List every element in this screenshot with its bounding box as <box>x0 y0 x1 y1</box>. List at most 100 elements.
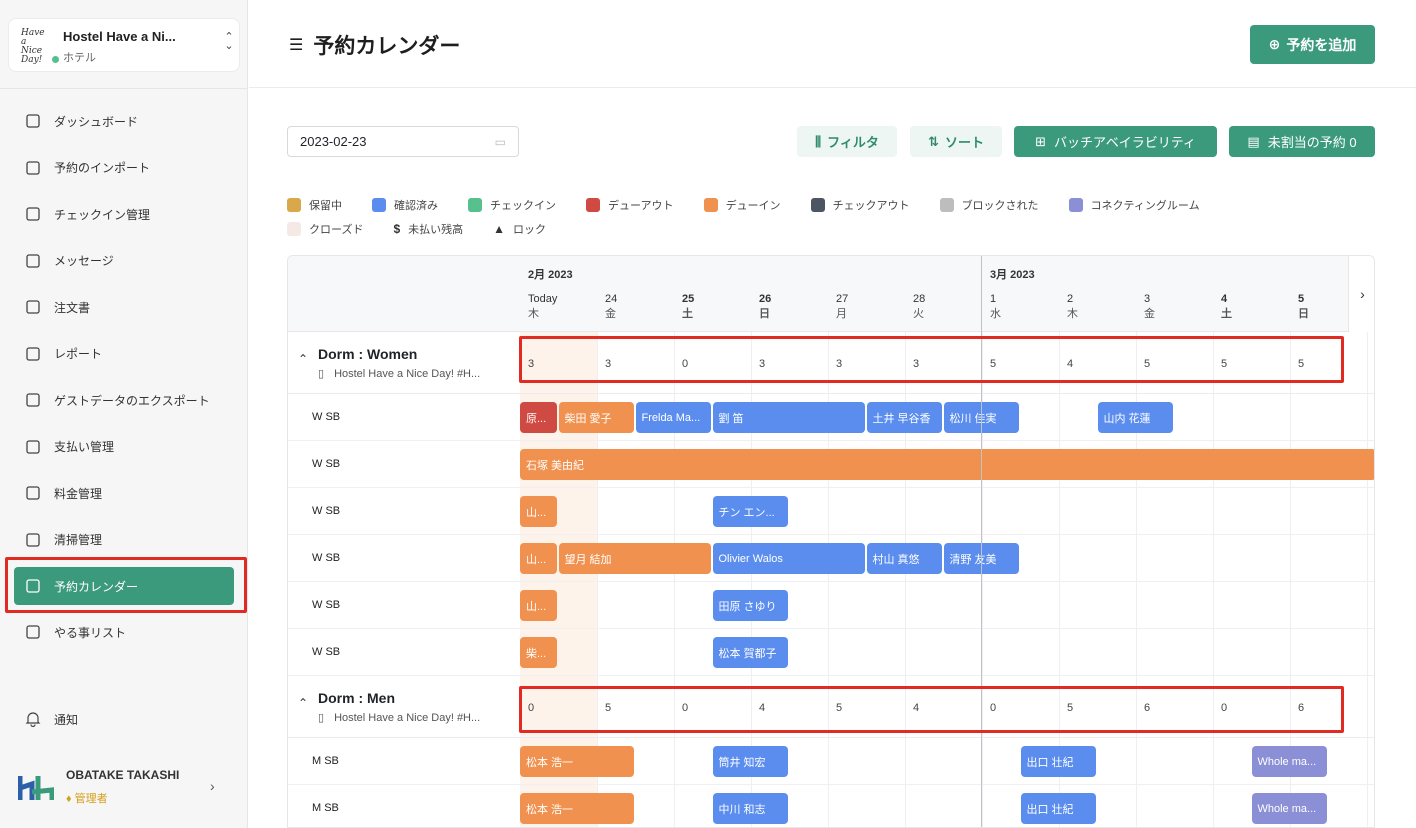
bell-icon <box>24 710 42 728</box>
sort-icon: ⇅ <box>928 133 939 149</box>
collapse-icon[interactable]: ⌃ <box>298 352 308 366</box>
sidebar-item[interactable]: 料金管理 <box>8 470 240 517</box>
reservation-bar[interactable]: 土井 早谷香 <box>866 402 942 433</box>
unassigned-button[interactable]: ▤ 未割当の予約 0 <box>1229 126 1375 157</box>
reservation-bar[interactable]: 中川 和志 <box>712 793 788 824</box>
day-header: 25 土 <box>674 292 751 322</box>
sidebar-item[interactable]: 予約のインポート <box>8 145 240 192</box>
reservation-bar[interactable]: 村山 真悠 <box>866 543 942 574</box>
batch-availability-button[interactable]: ⊞ バッチアベイラビリティ <box>1014 126 1217 157</box>
legend-label: ブロックされた <box>961 200 1039 212</box>
legend-swatch <box>287 198 301 212</box>
sidebar-item[interactable]: ゲストデータのエクスポート <box>8 377 240 424</box>
reservation-bar[interactable]: Frelda Ma... <box>635 402 711 433</box>
reservation-bar[interactable]: 山... <box>520 543 557 574</box>
reservation-bar[interactable]: 筒井 知宏 <box>712 746 788 777</box>
legend-label: 確認済み <box>394 200 438 212</box>
reservation-bar[interactable]: チン エン... <box>712 496 788 527</box>
dollar-icon: $ <box>393 222 401 236</box>
highlight-box <box>5 557 247 613</box>
weekday: 木 <box>1067 308 1078 320</box>
legend-swatch <box>468 198 482 212</box>
legend-swatch <box>586 198 600 212</box>
legend-swatch <box>372 198 386 212</box>
reservation-bar[interactable]: 松本 浩一 <box>520 746 634 777</box>
reservation-bar[interactable]: 山... <box>520 590 557 621</box>
day-number: 1 <box>990 293 997 305</box>
add-reservation-button[interactable]: ⊕ 予約を追加 <box>1250 25 1375 64</box>
reservation-bar[interactable]: 出口 壮紀 <box>1020 793 1096 824</box>
reservation-bar[interactable]: 望月 結加 <box>558 543 711 574</box>
batch-label: バッチアベイラビリティ <box>1053 135 1196 150</box>
date-input[interactable]: 2023-02-23 ▭ <box>287 126 519 157</box>
day-header: 27 月 <box>828 292 905 322</box>
reservation-bar[interactable]: Whole ma... <box>1251 793 1327 824</box>
legend-swatch <box>287 222 301 236</box>
room-row: W SB 山... 望月 結加 Olivier Walos 村山 真悠 清野 友美 <box>288 535 1374 582</box>
day-number: Today <box>528 293 558 305</box>
sidebar-item[interactable]: やる事リスト <box>8 609 240 656</box>
sidebar-item[interactable]: ダッシュボード <box>8 98 240 145</box>
day-number: 2 <box>1067 293 1074 305</box>
sidebar-item[interactable]: メッセージ <box>8 238 240 285</box>
sidebar: Have a Nice Day! Hostel Have a Ni... ホテル… <box>0 0 248 828</box>
weekday: 火 <box>913 308 924 320</box>
chevron-updown-icon: ⌃ ⌄ <box>224 31 234 52</box>
reservation-bar[interactable]: 石塚 美由紀 <box>520 449 1374 480</box>
hotel-switcher[interactable]: Have a Nice Day! Hostel Have a Ni... ホテル… <box>8 18 240 72</box>
hotel-name: Hostel Have a Ni... <box>63 29 176 44</box>
sort-button[interactable]: ⇅ ソート <box>910 126 1002 157</box>
checkin-icon <box>24 205 42 223</box>
legend-label: クローズド <box>309 224 364 236</box>
reservation-bar[interactable]: 劉 笛 <box>712 402 865 433</box>
group-subtitle: ▯ Hostel Have a Nice Day! #H... <box>318 712 481 724</box>
reservation-bar[interactable]: 松本 賀都子 <box>712 637 788 668</box>
room-label: W SB <box>312 505 341 517</box>
batch-icon: ⊞ <box>1035 133 1046 149</box>
reservation-bar[interactable]: 出口 壮紀 <box>1020 746 1096 777</box>
notifications-item[interactable]: 通知 <box>24 710 78 728</box>
reservation-bar[interactable]: 柴田 愛子 <box>558 402 634 433</box>
room-label: W SB <box>312 411 341 423</box>
hotel-logo-text: Have a Nice Day! <box>21 28 45 65</box>
user-menu[interactable]: OBATAKE TAKASHI ♦ 管理者 › <box>14 760 236 812</box>
room-row: W SB 原... 柴田 愛子 Frelda Ma... 劉 笛土井 早谷香 松川 佳実山… <box>288 394 1374 441</box>
day-header: 1水 <box>982 292 1059 322</box>
status-dot <box>52 56 59 63</box>
reservation-bar[interactable]: 山内 花蓮 <box>1097 402 1173 433</box>
legend-item: ブロックされた <box>939 197 1039 213</box>
reservation-bar[interactable]: 山... <box>520 496 557 527</box>
legend-item: デューイン <box>703 197 781 213</box>
weekday: 金 <box>1144 308 1155 320</box>
reservation-bar[interactable]: 田原 さゆり <box>712 590 788 621</box>
filter-button[interactable]: ⫼ フィルタ <box>797 126 897 157</box>
reservation-bar[interactable]: Olivier Walos <box>712 543 865 574</box>
add-reservation-label: 予約を追加 <box>1286 36 1357 53</box>
legend-swatch <box>939 198 954 212</box>
reservation-bar[interactable]: Whole ma... <box>1251 746 1327 777</box>
reservation-bar[interactable]: 原... <box>520 402 557 433</box>
month-label: 3月 2023 <box>990 269 1035 281</box>
legend-item: $ 未払い残高 <box>393 221 463 237</box>
day-header: 3金 <box>1136 292 1213 322</box>
weekday: 水 <box>990 308 1001 320</box>
legend-item: 保留中 <box>287 197 342 213</box>
day-header: 26 日 <box>751 292 828 322</box>
hotel-type: ホテル <box>63 52 96 64</box>
payment-icon <box>24 438 42 456</box>
room-row: W SB 山... チン エン... <box>288 488 1374 535</box>
sidebar-item[interactable]: チェックイン管理 <box>8 191 240 238</box>
highlight-box <box>519 686 1344 733</box>
reservation-bar[interactable]: 松本 浩一 <box>520 793 634 824</box>
filter-label: フィルタ <box>827 135 879 150</box>
legend-item: 確認済み <box>372 197 438 213</box>
notifications-label: 通知 <box>54 712 79 727</box>
sidebar-item[interactable]: 支払い管理 <box>8 424 240 471</box>
sidebar-item[interactable]: レポート <box>8 331 240 378</box>
collapse-icon[interactable]: ⌃ <box>298 696 308 710</box>
day-header: 5日 <box>1290 292 1367 322</box>
reservation-bar[interactable]: 柴... <box>520 637 557 668</box>
sidebar-item[interactable]: 注文書 <box>8 284 240 331</box>
legend-label: チェックアウト <box>832 200 910 212</box>
sidebar-item-label: 料金管理 <box>54 486 103 501</box>
